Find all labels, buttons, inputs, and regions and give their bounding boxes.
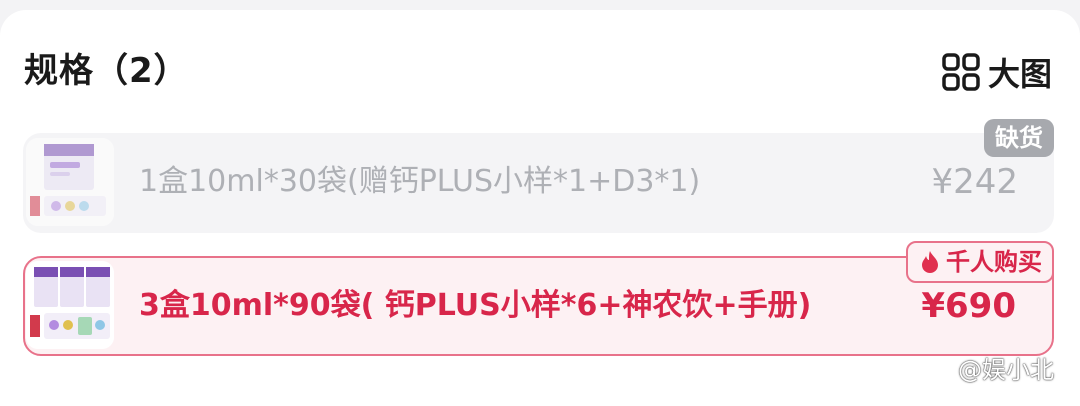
watermark-text: @娱小北 <box>958 356 1054 384</box>
popular-badge-label: 千人购买 <box>946 248 1042 276</box>
popular-badge: 千人购买 <box>906 241 1054 283</box>
product-thumbnail <box>26 261 114 349</box>
spec-option-1[interactable]: 1盒10ml*30袋(赠钙PLUS小样*1+D3*1) ¥242 缺货 <box>23 119 1054 233</box>
paw-icon <box>928 355 954 381</box>
product-thumbnail <box>26 138 114 226</box>
spec-price: ¥690 <box>921 286 1016 326</box>
grid-icon <box>942 53 980 91</box>
spec-name: 1盒10ml*30袋(赠钙PLUS小样*1+D3*1) <box>139 164 701 199</box>
spec-panel: 规格（2） 大图 1盒10ml*30袋(赠钙PLUS小样*1+D3*1) ¥24… <box>0 10 1080 406</box>
large-image-label: 大图 <box>987 55 1052 93</box>
large-image-toggle[interactable]: 大图 <box>942 50 1052 94</box>
spec-name: 3盒10ml*90袋( 钙PLUS小样*6+神农饮+手册) <box>139 288 812 323</box>
flame-icon <box>920 250 940 274</box>
spec-price: ¥242 <box>931 162 1018 202</box>
spec-option-2[interactable]: 3盒10ml*90袋( 钙PLUS小样*6+神农饮+手册) ¥690 千人购买 <box>23 241 1054 356</box>
watermark: @娱小北 <box>928 350 1054 385</box>
out-of-stock-badge: 缺货 <box>984 119 1054 157</box>
section-title: 规格（2） <box>24 51 189 91</box>
